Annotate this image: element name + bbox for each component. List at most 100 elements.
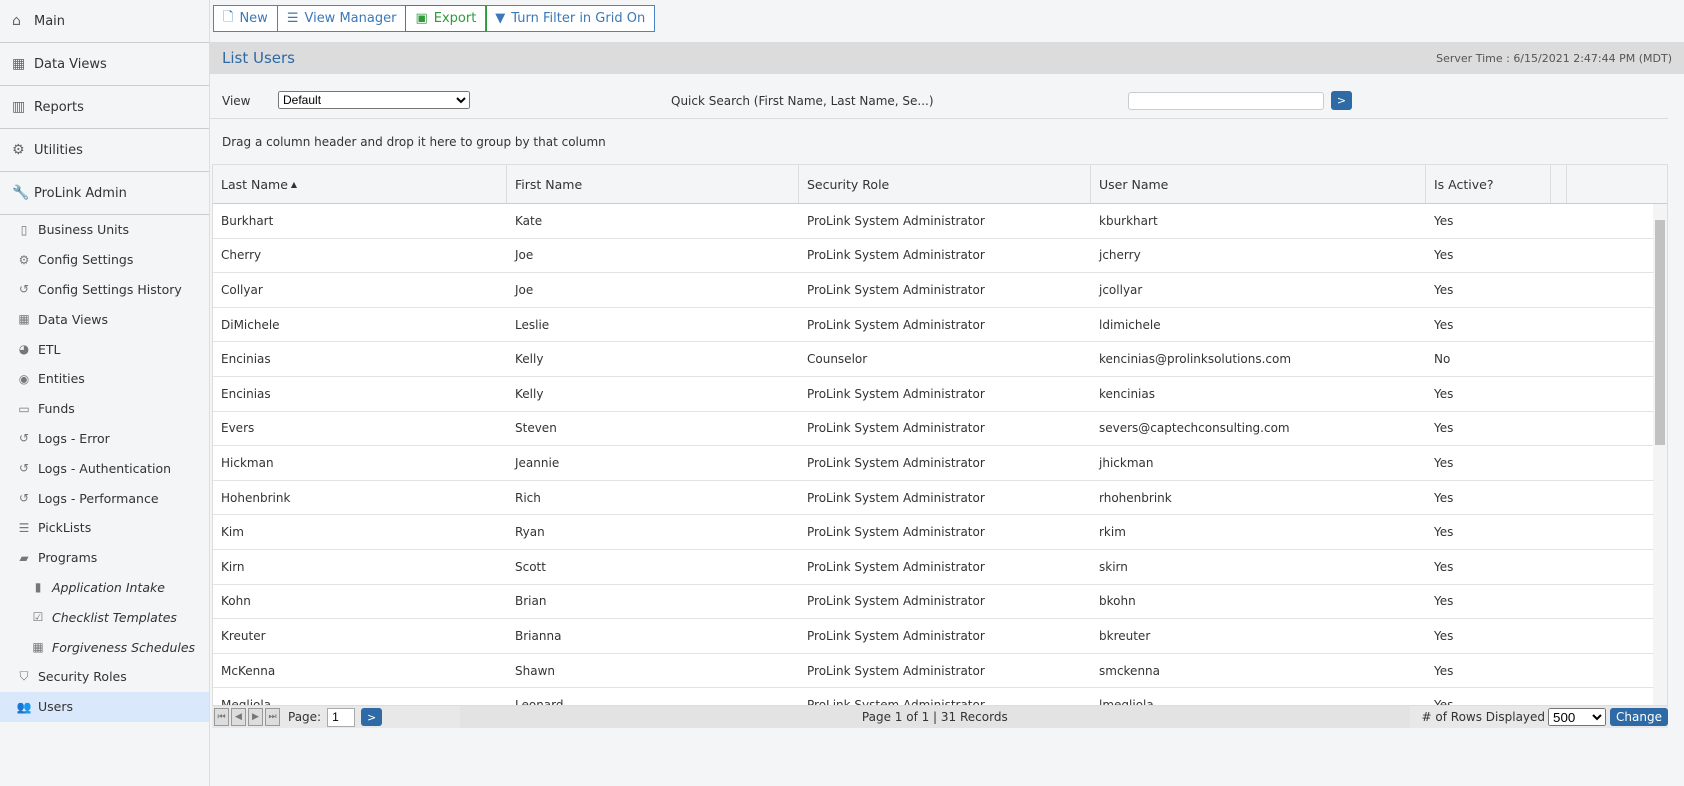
rows-displayed-select[interactable]: 500 [1548,708,1607,726]
user-circle-icon: ◉ [18,371,30,386]
table-row[interactable]: Encinias Kelly ProLink System Administrato… [213,377,1667,412]
column-header[interactable]: Is Active? [1426,165,1551,203]
file-icon: 🗋 [223,9,234,25]
filter-toggle-button[interactable]: ▼ Turn Filter in Grid On [486,6,654,31]
sidebar-top-utilities[interactable]: ⚙ Utilities [0,129,209,172]
table-cell: Yes [1434,386,1454,401]
view-select[interactable]: Default [278,91,470,109]
money-icon: ▭ [18,401,30,416]
table-cell: ProLink System Administrator [807,282,985,297]
table-cell: lmegliola [1099,698,1154,706]
table-row[interactable]: McKenna Shawn ProLink System Administrator… [213,654,1667,689]
table-row[interactable]: Collyar Joe ProLink System Administrator jc… [213,273,1667,308]
table-row[interactable]: Cherry Joe ProLink System Administrator jch… [213,239,1667,274]
table-cell: Yes [1434,594,1454,609]
sidebar-item-security-roles[interactable]: ⛉ Security Roles [0,662,209,692]
table-cell: ProLink System Administrator [807,663,985,678]
sidebar-top-main[interactable]: ⌂ Main [0,0,209,43]
sidebar-item-programs[interactable]: ▰ Programs [0,543,209,573]
sidebar-item-config-settings[interactable]: ⚙ Config Settings [0,245,209,275]
sidebar-item-logs-error[interactable]: ↺ Logs - Error [0,424,209,454]
table-row[interactable]: Kirn Scott ProLink System Administrator ski… [213,550,1667,585]
table-cell: ProLink System Administrator [807,525,985,540]
table-icon: ▦ [18,312,30,327]
prev-page-button[interactable]: ◀ [231,708,246,726]
column-header[interactable]: Last Name ▲ [213,165,507,203]
table-cell: McKenna [221,663,276,678]
calendar-icon: ▦ [32,640,44,655]
table-cell: ProLink System Administrator [807,594,985,609]
bar-chart-icon: ▥ [12,99,26,115]
table-cell: Kohn [221,594,251,609]
sidebar-item-picklists[interactable]: ☰ PickLists [0,513,209,543]
table-cell: Yes [1434,525,1454,540]
table-cell: ProLink System Administrator [807,386,985,401]
table-row[interactable]: Encinias Kelly Counselor kencinias@prolinks… [213,342,1667,377]
table-cell: jhickman [1099,455,1154,470]
sidebar-item-business-units[interactable]: ▯ Business Units [0,215,209,245]
table-row[interactable]: Hohenbrink Rich ProLink System Administrat… [213,481,1667,516]
table-row[interactable]: Burkhart Kate ProLink System Administrator… [213,204,1667,239]
table-cell: Counselor [807,352,868,367]
grid-header: Last Name ▲ First Name Security Role User Na… [213,165,1667,204]
sidebar-item-entities[interactable]: ◉ Entities [0,364,209,394]
header-spacer [1551,165,1567,203]
column-header[interactable]: User Name [1091,165,1426,203]
table-cell: Kirn [221,559,245,574]
grid-scrollbar[interactable] [1653,204,1667,705]
sidebar-top-prolink-admin[interactable]: 🔧 ProLink Admin [0,172,209,215]
sidebar-item-logs-authentication[interactable]: ↺ Logs - Authentication [0,453,209,483]
table-cell: skirn [1099,559,1128,574]
sidebar-item-funds[interactable]: ▭ Funds [0,394,209,424]
page-summary: Page 1 of 1 | 31 Records [460,706,1410,728]
table-cell: ProLink System Administrator [807,213,985,228]
last-page-button[interactable]: ⏭ [265,708,280,726]
new-button[interactable]: 🗋 New [214,6,278,31]
page-go-button[interactable]: > [361,708,383,726]
table-row[interactable]: Megliola Leonard ProLink System Administra… [213,688,1667,706]
toolbar: 🗋 New ☰ View Manager ▣ Export ▼ Turn Filter … [213,5,656,32]
sidebar-top-reports[interactable]: ▥ Reports [0,86,209,129]
quick-search-input[interactable] [1128,92,1324,110]
table-cell: Collyar [221,282,263,297]
table-cell: Kreuter [221,628,266,643]
table-row[interactable]: Kreuter Brianna ProLink System Administrat… [213,619,1667,654]
sidebar-item-logs-performance[interactable]: ↺ Logs - Performance [0,483,209,513]
table-cell: Yes [1434,317,1454,332]
sidebar-item-forgiveness-schedules[interactable]: ▦ Forgiveness Schedules [0,632,209,662]
column-header[interactable]: Security Role [799,165,1091,203]
sidebar-item-users[interactable]: 👥 Users [0,691,209,722]
view-manager-button[interactable]: ☰ View Manager [278,6,407,31]
table-cell: ProLink System Administrator [807,248,985,263]
table-cell: Burkhart [221,213,274,228]
page-input[interactable] [327,707,356,727]
table-cell: ProLink System Administrator [807,490,985,505]
sidebar-item-checklist-templates[interactable]: ☑ Checklist Templates [0,602,209,632]
first-page-button[interactable]: ⏮ [214,708,229,726]
sidebar-item-config-settings-history[interactable]: ↺ Config Settings History [0,275,209,305]
table-row[interactable]: Evers Steven ProLink System Administrator s… [213,412,1667,447]
group-drop-area[interactable]: Drag a column header and drop it here to… [210,118,1668,164]
export-button[interactable]: ▣ Export [405,5,488,32]
sidebar-item-application-intake[interactable]: ▮ Application Intake [0,573,209,603]
quick-search-go-button[interactable]: > [1331,91,1352,110]
table-cell: Kelly [515,386,544,401]
next-page-button[interactable]: ▶ [248,708,263,726]
table-row[interactable]: Kim Ryan ProLink System Administrator rkim Y… [213,515,1667,550]
table-cell: Yes [1434,490,1454,505]
change-button[interactable]: Change [1610,708,1668,726]
history-icon: ↺ [18,461,30,476]
sidebar-item-etl[interactable]: ◕ ETL [0,334,209,364]
briefcase-icon: ▰ [19,550,29,565]
table-cell: kencinias@prolinksolutions.com [1099,352,1292,367]
scrollbar-thumb[interactable] [1655,220,1665,445]
table-row[interactable]: DiMichele Leslie ProLink System Administra… [213,308,1667,343]
sidebar-item-data-views[interactable]: ▦ Data Views [0,304,209,334]
column-header[interactable]: First Name [507,165,799,203]
history-icon: ↺ [18,431,30,446]
sidebar-top-data-views[interactable]: ▦ Data Views [0,43,209,86]
table-row[interactable]: Hickman Jeannie ProLink System Administrat… [213,446,1667,481]
table-row[interactable]: Kohn Brian ProLink System Administrator bko… [213,585,1667,620]
table-cell: kburkhart [1099,213,1158,228]
table-cell: Yes [1434,248,1454,263]
